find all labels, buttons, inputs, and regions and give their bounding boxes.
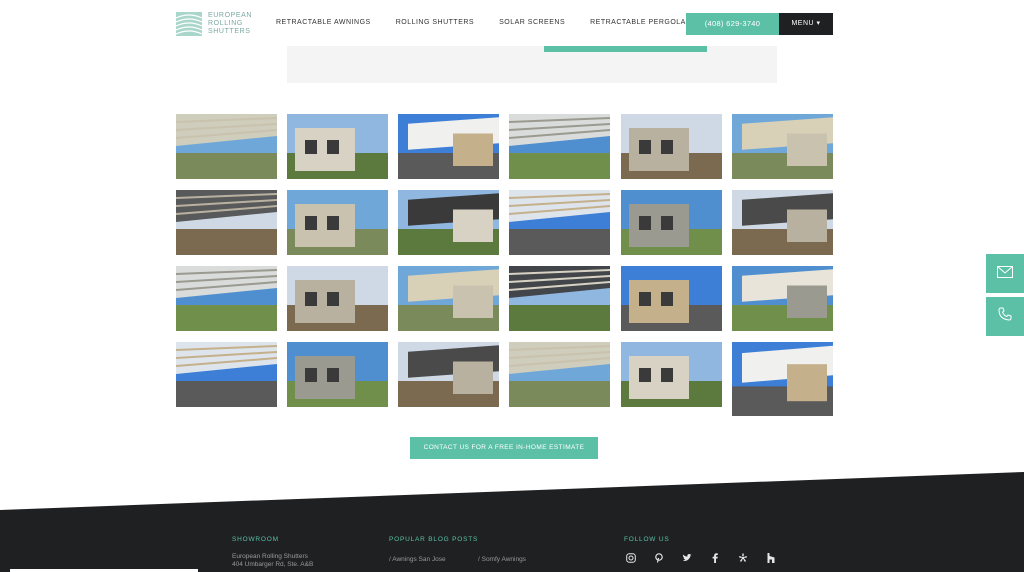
yelp-icon[interactable] [738,553,748,563]
pinterest-icon[interactable] [654,553,664,563]
gallery-photo-patio-cover-yard[interactable] [287,266,388,331]
twitter-icon[interactable] [682,553,692,563]
gallery-photo-awning-closeup-white-2[interactable] [732,114,833,179]
blog-link-somfy-awnings[interactable]: / Somfy Awnings [478,556,526,563]
estimate-cta-button[interactable]: CONTACT US FOR A FREE IN-HOME ESTIMATE [410,437,598,459]
follow-title: FOLLOW US [624,536,670,543]
gallery-photo-awning-glass-view[interactable] [509,190,610,255]
nav-retractable-awnings[interactable]: RETRACTABLE AWNINGS [276,19,371,26]
gallery-photo-house-yellow-patio[interactable] [287,342,388,407]
instagram-icon[interactable] [626,553,636,563]
gallery-photo-awning-closeup-white-3[interactable] [732,342,833,416]
gallery-photo-installers-ladders[interactable] [176,342,277,407]
gallery-photo-house-yard-side[interactable] [621,190,722,255]
logo[interactable]: EUROPEAN ROLLING SHUTTERS [176,12,252,36]
gallery-photo-workers-under-awning[interactable] [732,190,833,255]
gallery-photo-awning-patio-wide[interactable] [176,190,277,255]
gallery-photo-awning-closeup-white[interactable] [621,114,722,179]
showroom-title: SHOWROOM [232,536,279,543]
nav-rolling-shutters[interactable]: ROLLING SHUTTERS [396,19,474,26]
showroom-address: European Rolling Shutters 404 Umbarger R… [232,553,314,568]
main-nav: RETRACTABLE AWNINGS ROLLING SHUTTERS SOL… [276,19,745,26]
gallery-photo-workers-umbrella[interactable] [732,266,833,331]
logo-mark-icon [176,12,202,36]
gallery-photo-house-yard[interactable] [287,114,388,179]
blog-link-awnings-san-jose[interactable]: / Awnings San Jose [389,556,446,563]
social-links [626,553,794,563]
email-side-button[interactable] [986,254,1024,293]
blog-title: POPULAR BLOG POSTS [389,536,479,543]
gallery-photo-house-pool-patio[interactable] [398,266,499,331]
gallery-photo-awning-patio-people[interactable] [509,114,610,179]
gallery-photo-awning-pool[interactable] [176,114,277,179]
gallery-photo-house-yellow-awning[interactable] [509,342,610,407]
facebook-icon[interactable] [710,553,720,563]
gallery-photo-striped-awning-deck[interactable] [398,114,499,179]
gallery-photo-house-back-awning[interactable] [398,190,499,255]
phone-icon [998,307,1012,326]
nav-solar-screens[interactable]: SOLAR SCREENS [499,19,565,26]
phone-side-button[interactable] [986,297,1024,336]
accent-bar [544,46,707,52]
gallery-photo-striped-awning-garden[interactable] [621,342,722,407]
gallery-photo-people-under-red-awning[interactable] [176,266,277,331]
menu-button[interactable]: MENU ▾ [779,13,833,35]
logo-text: EUROPEAN ROLLING SHUTTERS [208,12,253,35]
email-icon [997,265,1013,283]
site-header: EUROPEAN ROLLING SHUTTERS RETRACTABLE AW… [0,0,1024,46]
gallery-photo-house-awning-side[interactable] [287,190,388,255]
phone-button[interactable]: (408) 629-3740 [686,13,779,35]
houzz-icon[interactable] [766,553,776,563]
gallery-photo-work-van[interactable] [621,266,722,331]
gallery-photo-vendors-umbrella[interactable] [509,266,610,331]
gallery-photo-house-yellow-patio-2[interactable] [398,342,499,407]
